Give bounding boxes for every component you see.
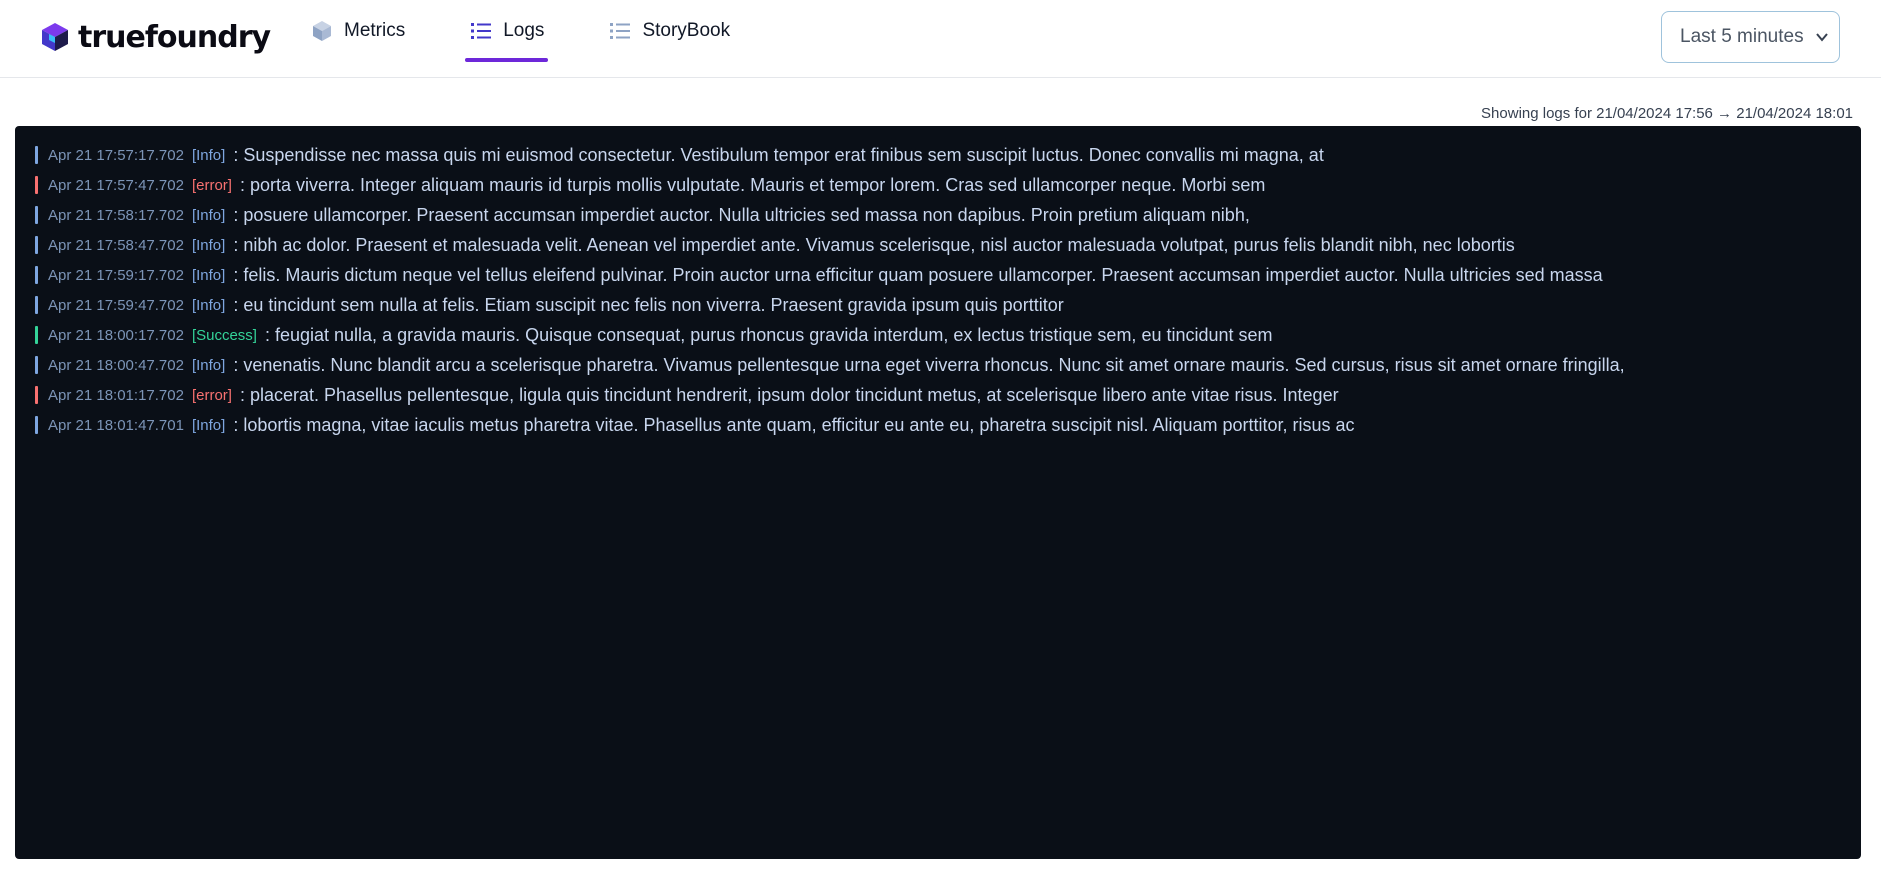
log-message: : felis. Mauris dictum neque vel tellus …: [233, 264, 1603, 285]
log-message: : eu tincidunt sem nulla at felis. Etiam…: [233, 294, 1064, 315]
log-row: Apr 21 17:59:47.702 [Info] : eu tincidunt …: [15, 290, 1861, 320]
tab-metrics[interactable]: Metrics: [296, 0, 419, 62]
log-message: : lobortis magna, vitae iaculis metus ph…: [233, 414, 1355, 435]
log-level: [Info]: [191, 146, 226, 164]
log-timestamp: Apr 21 17:58:47.702: [48, 236, 184, 254]
cube-icon: [313, 21, 331, 41]
list-icon: [471, 23, 492, 39]
log-row: Apr 21 18:00:47.702 [Info] : venenatis. Nu…: [15, 350, 1861, 380]
log-range-text: Showing logs for 21/04/2024 17:56 → 21/0…: [1481, 105, 1853, 122]
log-message: : nibh ac dolor. Praesent et malesuada v…: [233, 234, 1515, 255]
log-row: Apr 21 18:00:17.702 [Success] : feugiat nu…: [15, 320, 1861, 350]
log-timestamp: Apr 21 17:57:17.702: [48, 146, 184, 164]
log-level-indicator: [35, 236, 38, 254]
log-message: : Suspendisse nec massa quis mi euismod …: [233, 144, 1324, 165]
log-level-indicator: [35, 146, 38, 164]
log-level-indicator: [35, 326, 38, 344]
log-row: Apr 21 17:58:17.702 [Info] : posuere ullam…: [15, 200, 1861, 230]
tab-logs[interactable]: Logs: [455, 0, 558, 62]
brand-logo[interactable]: truefoundry: [40, 17, 271, 57]
log-level-indicator: [35, 356, 38, 374]
log-message: : posuere ullamcorper. Praesent accumsan…: [233, 204, 1250, 225]
log-row: Apr 21 17:58:47.702 [Info] : nibh ac dolor…: [15, 230, 1861, 260]
log-timestamp: Apr 21 17:59:17.702: [48, 266, 184, 284]
log-level: [Info]: [191, 296, 226, 314]
list-icon: [610, 23, 631, 39]
top-header: truefoundry Metrics Logs StoryBook Last …: [0, 0, 1881, 78]
log-timestamp: Apr 21 18:00:17.702: [48, 326, 184, 344]
log-row: Apr 21 17:57:17.702 [Info] : Suspendisse n…: [15, 140, 1861, 170]
log-viewer: Apr 21 17:57:17.702 [Info] : Suspendisse n…: [15, 126, 1861, 859]
log-timestamp: Apr 21 17:57:47.702: [48, 176, 184, 194]
log-row: Apr 21 17:59:17.702 [Info] : felis. Mauris…: [15, 260, 1861, 290]
log-level: [error]: [191, 176, 232, 194]
log-level: [Info]: [191, 356, 226, 374]
log-level: [Info]: [191, 416, 226, 434]
tab-storybook[interactable]: StoryBook: [594, 0, 744, 62]
brand-name: truefoundry: [78, 19, 271, 55]
log-level: [Info]: [191, 206, 226, 224]
truefoundry-logo-icon: [42, 23, 68, 51]
log-message: : venenatis. Nunc blandit arcu a sceleri…: [233, 354, 1625, 375]
log-level-indicator: [35, 386, 38, 404]
log-level-indicator: [35, 206, 38, 224]
log-timestamp: Apr 21 18:00:47.702: [48, 356, 184, 374]
tab-metrics-label: Metrics: [344, 20, 406, 41]
log-row: Apr 21 17:57:47.702 [error] : porta viverr…: [15, 170, 1861, 200]
log-level-indicator: [35, 176, 38, 194]
time-range-select[interactable]: Last 5 minutes: [1661, 11, 1840, 63]
tab-storybook-label: StoryBook: [642, 20, 731, 41]
log-row: Apr 21 18:01:17.702 [error] : placerat. Ph…: [15, 380, 1861, 410]
log-level: [Info]: [191, 266, 226, 284]
main-nav: Metrics Logs StoryBook: [296, 0, 780, 78]
log-timestamp: Apr 21 17:58:17.702: [48, 206, 184, 224]
log-level-indicator: [35, 296, 38, 314]
log-message: : feugiat nulla, a gravida mauris. Quisq…: [264, 324, 1273, 345]
time-range-value: Last 5 minutes: [1680, 26, 1804, 47]
log-level: [error]: [191, 386, 232, 404]
log-timestamp: Apr 21 17:59:47.702: [48, 296, 184, 314]
chevron-down-icon: [1816, 33, 1828, 42]
log-level-indicator: [35, 266, 38, 284]
log-message: : porta viverra. Integer aliquam mauris …: [239, 174, 1266, 195]
log-level: [Info]: [191, 236, 226, 254]
log-level-indicator: [35, 416, 38, 434]
log-level: [Success]: [191, 326, 257, 344]
tab-logs-label: Logs: [503, 20, 545, 41]
log-row: Apr 21 18:01:47.701 [Info] : lobortis magn…: [15, 410, 1861, 440]
log-message: : placerat. Phasellus pellentesque, ligu…: [239, 384, 1339, 405]
log-timestamp: Apr 21 18:01:47.701: [48, 416, 184, 434]
log-timestamp: Apr 21 18:01:17.702: [48, 386, 184, 404]
